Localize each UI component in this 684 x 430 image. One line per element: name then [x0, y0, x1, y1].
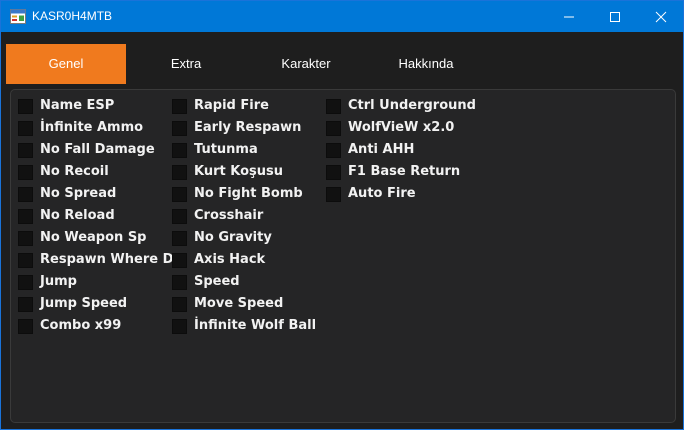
- checkbox[interactable]: [172, 319, 187, 334]
- checkbox[interactable]: [172, 121, 187, 136]
- checkbox[interactable]: [326, 165, 341, 180]
- option-label: No Fight Bomb: [194, 186, 303, 201]
- option-label: No Gravity: [194, 230, 272, 245]
- option-label: Jump: [40, 274, 77, 289]
- checkbox[interactable]: [18, 253, 33, 268]
- checkbox[interactable]: [172, 99, 187, 114]
- option-label: Kurt Koşusu: [194, 164, 284, 179]
- minimize-icon: [564, 16, 574, 18]
- option-label: F1 Base Return: [348, 164, 461, 179]
- checkbox[interactable]: [326, 99, 341, 114]
- close-button[interactable]: [638, 1, 684, 32]
- app-form-icon: [10, 9, 26, 24]
- checkbox[interactable]: [18, 297, 33, 312]
- option-label: No Reload: [40, 208, 115, 223]
- checkbox[interactable]: [18, 275, 33, 290]
- checkbox[interactable]: [172, 275, 187, 290]
- checkbox[interactable]: [172, 209, 187, 224]
- checkbox[interactable]: [18, 231, 33, 246]
- option-label: Jump Speed: [40, 296, 128, 311]
- checkbox[interactable]: [18, 187, 33, 202]
- option-label: Move Speed: [194, 296, 284, 311]
- checkbox[interactable]: [18, 99, 33, 114]
- option-label: Speed: [194, 274, 240, 289]
- option-label: Anti AHH: [348, 142, 415, 157]
- tab-extra[interactable]: Extra: [126, 44, 246, 84]
- checkbox[interactable]: [326, 121, 341, 136]
- option-label: İnfinite Wolf Ball: [194, 318, 317, 333]
- checkbox[interactable]: [172, 231, 187, 246]
- option-label: Early Respawn: [194, 120, 302, 135]
- checkbox[interactable]: [172, 143, 187, 158]
- maximize-button[interactable]: [592, 1, 638, 32]
- app-window: KASR0H4MTB Genel Extra Karakter Hakkında…: [0, 0, 684, 430]
- checkbox[interactable]: [172, 253, 187, 268]
- close-icon: [655, 11, 667, 23]
- checkbox[interactable]: [18, 209, 33, 224]
- maximize-icon: [610, 12, 620, 22]
- option-label: İnfinite Ammo: [40, 120, 144, 135]
- option-label: No Weapon Sp: [40, 230, 147, 245]
- checkbox[interactable]: [18, 165, 33, 180]
- option-label: No Recoil: [40, 164, 109, 179]
- options-panel: Name ESP İnfinite Ammo No Fall Damage No…: [10, 89, 676, 423]
- checkbox[interactable]: [172, 165, 187, 180]
- option-label: No Fall Damage: [40, 142, 155, 157]
- tab-karakter[interactable]: Karakter: [246, 44, 366, 84]
- option-label: WolfVieW x2.0: [348, 120, 455, 135]
- option-label: Crosshair: [194, 208, 264, 223]
- checkbox[interactable]: [18, 121, 33, 136]
- option-label: Rapid Fire: [194, 98, 269, 113]
- checkbox[interactable]: [172, 187, 187, 202]
- title-bar[interactable]: KASR0H4MTB: [1, 1, 683, 32]
- tab-hakkinda[interactable]: Hakkında: [366, 44, 486, 84]
- option-label: Name ESP: [40, 98, 115, 113]
- checkbox[interactable]: [326, 187, 341, 202]
- option-label: Auto Fire: [348, 186, 416, 201]
- checkbox[interactable]: [18, 143, 33, 158]
- option-label: Ctrl Underground: [348, 98, 476, 113]
- window-title: KASR0H4MTB: [32, 9, 113, 23]
- tab-genel[interactable]: Genel: [6, 44, 126, 84]
- option-label: No Spread: [40, 186, 117, 201]
- option-label: Combo x99: [40, 318, 122, 333]
- minimize-button[interactable]: [546, 1, 592, 32]
- checkbox[interactable]: [172, 297, 187, 312]
- checkbox[interactable]: [326, 143, 341, 158]
- option-label: Respawn Where Died: [40, 252, 172, 267]
- option-label: Axis Hack: [194, 252, 266, 267]
- checkbox[interactable]: [18, 319, 33, 334]
- option-label: Tutunma: [194, 142, 258, 157]
